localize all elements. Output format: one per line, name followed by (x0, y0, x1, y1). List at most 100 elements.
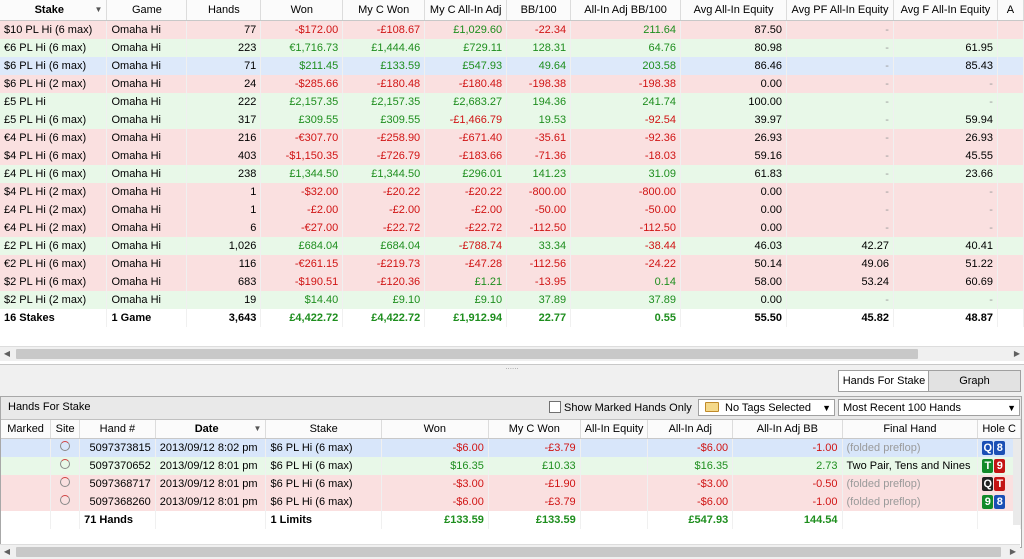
table-row[interactable]: €4 PL Hi (6 max) Omaha Hi 216 -€307.70 -£258… (0, 129, 1024, 147)
column-header[interactable]: Hand # (79, 420, 156, 439)
panel-header: Hands For Stake Show Marked Hands Only N… (1, 397, 1021, 420)
column-header[interactable]: A (997, 0, 1024, 21)
column-header[interactable]: All-In Adj (647, 420, 734, 439)
hand-row[interactable]: 5097368717 2013/09/12 8:01 pm $6 PL Hi (6 … (1, 475, 1021, 493)
show-marked-checkbox[interactable]: Show Marked Hands Only (549, 401, 692, 414)
column-header[interactable]: Game (106, 0, 188, 21)
table-row[interactable]: $10 PL Hi (6 max) Omaha Hi 77 -$172.00 -£108… (0, 20, 1024, 39)
column-header[interactable]: Avg All-In Equity (680, 0, 787, 21)
table-row[interactable]: $4 PL Hi (2 max) Omaha Hi 1 -$32.00 -£20.22-… (0, 183, 1024, 201)
hand-all-in-adj-bb: 2.73 (732, 457, 843, 475)
table-cell: -£1,466.79 (424, 111, 508, 129)
hand-row[interactable]: 5097370652 2013/09/12 8:01 pm $6 PL Hi (6 … (1, 457, 1021, 475)
splitter-grip: ...... (505, 362, 519, 371)
column-header[interactable]: All-In Adj BB (732, 420, 843, 439)
table-row[interactable]: £4 PL Hi (2 max) Omaha Hi 1 -£2.00 -£2.00 -£2… (0, 201, 1024, 219)
table-row[interactable]: £4 PL Hi (6 max) Omaha Hi 238 £1,344.50 £1,3… (0, 165, 1024, 183)
column-header[interactable]: Hole C (977, 420, 1021, 439)
hand-row[interactable]: 5097373815 2013/09/12 8:02 pm $6 PL Hi (6 … (1, 438, 1021, 457)
table-cell: 37.89 (570, 291, 682, 309)
column-header[interactable]: Stake ▼ (0, 0, 108, 21)
column-header[interactable]: My C All-In Adj (424, 0, 508, 21)
column-header[interactable]: My C Won (488, 420, 581, 439)
marked-cell[interactable] (1, 438, 52, 457)
table-row[interactable]: $2 PL Hi (6 max) Omaha Hi 683 -$190.51 -£120… (0, 273, 1024, 291)
column-header[interactable]: Hands (186, 0, 262, 21)
table-cell: 403 (186, 147, 262, 165)
column-header[interactable]: Won (381, 420, 489, 439)
hands-vertical-scrollbar[interactable] (1013, 439, 1021, 525)
show-marked-label: Show Marked Hands Only (564, 402, 692, 414)
column-header[interactable]: Stake (265, 420, 382, 439)
table-cell: - (786, 291, 894, 309)
column-header[interactable]: Final Hand (842, 420, 979, 439)
table-row[interactable]: $6 PL Hi (6 max) Omaha Hi 71 $211.45 £133.59… (0, 57, 1024, 75)
table-cell: £2,683.27 (424, 93, 508, 111)
column-header[interactable]: Site (50, 420, 81, 439)
hand-my-c-won: -£1.90 (488, 475, 581, 493)
table-cell: 141.23 (506, 165, 572, 183)
table-row[interactable]: £2 PL Hi (6 max) Omaha Hi 1,026 £684.04 £684… (0, 237, 1024, 255)
stakes-horizontal-scrollbar[interactable]: ◀ ▶ (0, 346, 1024, 361)
table-cell: Omaha Hi (106, 39, 188, 57)
hand-number[interactable]: 5097373815 (79, 438, 156, 457)
scroll-left-arrow-icon[interactable]: ◀ (0, 545, 14, 559)
playing-card: 8 (994, 441, 1006, 456)
hand-count-dropdown[interactable]: Most Recent 100 Hands ▼ (838, 399, 1020, 416)
column-header[interactable]: BB/100 (506, 0, 572, 21)
marked-cell[interactable] (1, 475, 52, 493)
table-cell: -92.36 (570, 129, 682, 147)
column-header[interactable]: Avg F All-In Equity (893, 0, 998, 21)
table-cell: 51.22 (893, 255, 998, 273)
tags-dropdown-value: No Tags Selected (725, 402, 812, 414)
totals-cell: 3,643 (186, 309, 262, 327)
table-cell: 0.00 (680, 183, 787, 201)
table-row[interactable]: £5 PL Hi Omaha Hi 222 £2,157.35 £2,157.35 £2,… (0, 93, 1024, 111)
table-row[interactable]: €6 PL Hi (6 max) Omaha Hi 223 €1,716.73 £1,4… (0, 39, 1024, 57)
column-header[interactable]: Marked (1, 420, 52, 439)
scrollbar-thumb[interactable] (16, 547, 1001, 557)
column-header[interactable]: All-In Adj BB/100 (570, 0, 682, 21)
table-row[interactable]: €2 PL Hi (6 max) Omaha Hi 116 -€261.15 -£219… (0, 255, 1024, 273)
column-header[interactable]: Date ▼ (155, 420, 267, 439)
scrollbar-thumb[interactable] (16, 349, 918, 359)
scroll-right-arrow-icon[interactable]: ▶ (1010, 347, 1024, 361)
playing-card: 9 (982, 495, 994, 510)
scroll-left-arrow-icon[interactable]: ◀ (0, 347, 14, 361)
table-cell (997, 111, 1024, 129)
checkbox-icon[interactable] (549, 401, 561, 413)
table-cell: 1 (186, 183, 262, 201)
hand-number[interactable]: 5097368717 (79, 475, 156, 493)
marked-cell[interactable] (1, 493, 52, 511)
hand-date: 2013/09/12 8:01 pm (155, 493, 267, 511)
marked-cell[interactable] (1, 457, 52, 475)
table-cell: Omaha Hi (106, 273, 188, 291)
table-row[interactable]: $2 PL Hi (2 max) Omaha Hi 19 $14.40 £9.10 £9.… (0, 291, 1024, 309)
table-cell: - (893, 93, 998, 111)
tags-dropdown[interactable]: No Tags Selected ▼ (698, 399, 835, 416)
hand-number[interactable]: 5097370652 (79, 457, 156, 475)
table-row[interactable]: £5 PL Hi (6 max) Omaha Hi 317 £309.55 £309.5… (0, 111, 1024, 129)
table-cell: 216 (186, 129, 262, 147)
column-header[interactable]: Avg PF All-In Equity (786, 0, 894, 21)
table-row[interactable]: $6 PL Hi (2 max) Omaha Hi 24 -$285.66 -£180.… (0, 75, 1024, 93)
table-row[interactable]: $4 PL Hi (6 max) Omaha Hi 403 -$1,150.35 -£7… (0, 147, 1024, 165)
hand-date: 2013/09/12 8:02 pm (155, 438, 267, 457)
hand-all-in-adj: $16.35 (647, 457, 734, 475)
hand-row[interactable]: 5097368260 2013/09/12 8:01 pm $6 PL Hi (6 … (1, 493, 1021, 511)
tab-graph[interactable]: Graph (928, 370, 1021, 392)
table-cell: 61.95 (893, 39, 998, 57)
column-header[interactable]: My C Won (342, 0, 426, 21)
column-header[interactable]: All-In Equity (580, 420, 649, 439)
playing-card: T (982, 459, 994, 474)
table-cell: - (786, 219, 894, 237)
scroll-right-arrow-icon[interactable]: ▶ (1006, 545, 1020, 559)
tab-hands-for-stake[interactable]: Hands For Stake (838, 370, 930, 392)
table-cell: -£788.74 (424, 237, 508, 255)
table-row[interactable]: €4 PL Hi (2 max) Omaha Hi 6 -€27.00 -£22.72-… (0, 219, 1024, 237)
hands-horizontal-scrollbar[interactable]: ◀ ▶ (0, 544, 1020, 559)
table-cell: £2,157.35 (260, 93, 344, 111)
totals-won: £133.59 (381, 511, 489, 529)
column-header[interactable]: Won (260, 0, 344, 21)
hand-number[interactable]: 5097368260 (79, 493, 156, 511)
